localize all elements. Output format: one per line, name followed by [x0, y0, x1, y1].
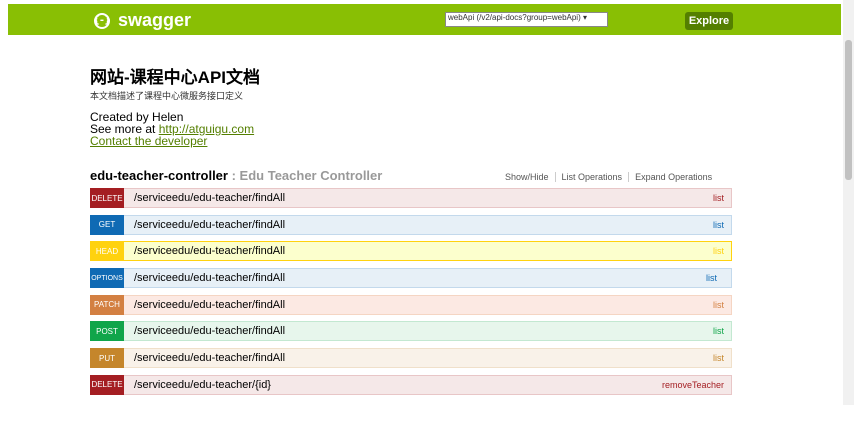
- operation-summary[interactable]: list: [713, 326, 724, 336]
- operation-row[interactable]: DELETE /serviceedu/edu-teacher/{id} remo…: [90, 374, 732, 395]
- operation-path[interactable]: /serviceedu/edu-teacher/findAll: [134, 219, 285, 231]
- scrollbar-thumb[interactable]: [845, 40, 852, 180]
- api-select-value: webApi (/v2/api-docs?group=webApi): [448, 13, 581, 22]
- operation-path[interactable]: /serviceedu/edu-teacher/findAll: [134, 299, 285, 311]
- divider: [554, 172, 556, 182]
- swagger-logo[interactable]: {-} swagger: [93, 10, 192, 31]
- method-badge[interactable]: HEAD: [90, 241, 124, 262]
- method-badge[interactable]: PATCH: [90, 294, 124, 315]
- chevron-down-icon: ▾: [582, 13, 587, 22]
- operation-summary[interactable]: list: [713, 193, 724, 203]
- method-badge[interactable]: DELETE: [90, 188, 124, 208]
- operation-path[interactable]: /serviceedu/edu-teacher/findAll: [134, 352, 285, 364]
- controller-description: Edu Teacher Controller: [239, 168, 383, 183]
- operation-path[interactable]: /serviceedu/edu-teacher/findAll: [134, 325, 285, 337]
- logo-text: swagger: [118, 10, 192, 30]
- method-badge[interactable]: DELETE: [90, 374, 124, 395]
- operation-summary[interactable]: list: [713, 353, 724, 363]
- page-description: 本文档描述了课程中心微服务接口定义: [90, 91, 244, 101]
- operation-row[interactable]: GET /serviceedu/edu-teacher/findAll list: [90, 214, 732, 235]
- explore-button[interactable]: Explore: [685, 12, 733, 30]
- operation-row[interactable]: HEAD /serviceedu/edu-teacher/findAll lis…: [90, 241, 732, 262]
- operation-path[interactable]: /serviceedu/edu-teacher/findAll: [134, 272, 285, 284]
- operation-summary[interactable]: list: [706, 273, 717, 283]
- api-info: Created by Helen See more at http://atgu…: [90, 111, 254, 147]
- operation-summary[interactable]: removeTeacher: [662, 380, 724, 390]
- expand-operations-link[interactable]: Expand Operations: [635, 172, 712, 182]
- api-select-dropdown[interactable]: webApi (/v2/api-docs?group=webApi) ▾: [445, 12, 608, 27]
- contact-developer-link[interactable]: Contact the developer: [90, 134, 207, 148]
- swagger-logo-icon: {-}: [93, 12, 111, 29]
- operation-row[interactable]: DELETE /serviceedu/edu-teacher/findAll l…: [90, 188, 732, 208]
- operation-path[interactable]: /serviceedu/edu-teacher/findAll: [134, 245, 285, 257]
- operation-row[interactable]: PUT /serviceedu/edu-teacher/findAll list: [90, 348, 732, 369]
- operation-row[interactable]: PATCH /serviceedu/edu-teacher/findAll li…: [90, 294, 732, 315]
- method-badge[interactable]: OPTIONS: [90, 268, 124, 289]
- operation-summary[interactable]: list: [713, 246, 724, 256]
- controller-heading[interactable]: edu-teacher-controller : Edu Teacher Con…: [90, 168, 382, 183]
- list-operations-link[interactable]: List Operations: [562, 172, 623, 182]
- operation-path[interactable]: /serviceedu/edu-teacher/findAll: [134, 192, 285, 204]
- operation-summary[interactable]: list: [713, 220, 724, 230]
- controller-name[interactable]: edu-teacher-controller: [90, 168, 228, 183]
- method-badge[interactable]: GET: [90, 214, 124, 235]
- top-bar: {-} swagger webApi (/v2/api-docs?group=w…: [8, 4, 841, 35]
- operation-summary[interactable]: list: [713, 300, 724, 310]
- show-hide-link[interactable]: Show/Hide: [505, 172, 549, 182]
- method-badge[interactable]: PUT: [90, 348, 124, 369]
- controller-actions: Show/Hide List Operations Expand Operati…: [505, 172, 712, 182]
- divider: [628, 172, 630, 182]
- operation-row[interactable]: OPTIONS /serviceedu/edu-teacher/findAll …: [90, 268, 732, 289]
- operation-row[interactable]: POST /serviceedu/edu-teacher/findAll lis…: [90, 321, 732, 342]
- method-badge[interactable]: POST: [90, 321, 124, 342]
- scrollbar[interactable]: [843, 0, 854, 405]
- operation-path[interactable]: /serviceedu/edu-teacher/{id}: [134, 379, 271, 391]
- operations-list: DELETE /serviceedu/edu-teacher/findAll l…: [90, 188, 732, 402]
- controller-separator: :: [227, 168, 240, 183]
- page-title: 网站-课程中心API文档: [90, 68, 260, 87]
